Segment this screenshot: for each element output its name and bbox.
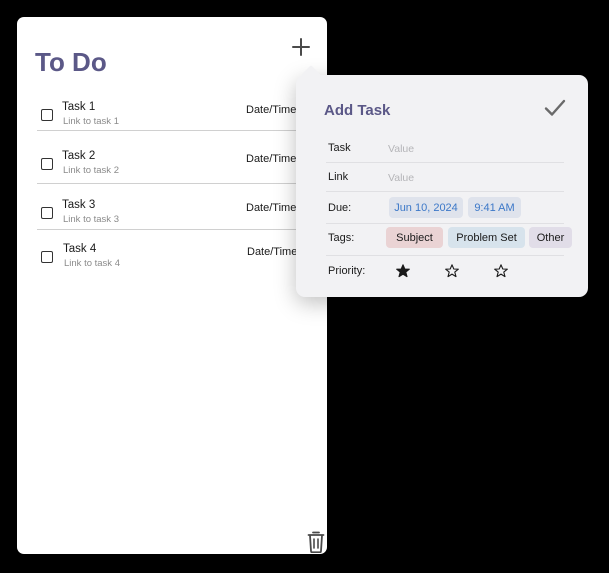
task-checkbox[interactable]: [41, 251, 53, 263]
task-row[interactable]: Task 3 Link to task 3 Date/Time: [37, 199, 327, 239]
task-link[interactable]: Link to task 4: [64, 258, 120, 269]
checkmark-icon[interactable]: [544, 98, 566, 118]
divider: [37, 229, 327, 230]
task-checkbox[interactable]: [41, 207, 53, 219]
task-name: Task 3: [62, 199, 96, 211]
page-title: To Do: [35, 47, 107, 77]
task-datetime: Date/Time: [246, 202, 297, 214]
due-time-chip[interactable]: 9:41 AM: [468, 197, 521, 218]
task-name: Task 2: [62, 150, 96, 162]
task-checkbox[interactable]: [41, 109, 53, 121]
trash-icon[interactable]: [307, 531, 325, 553]
star-icon[interactable]: [445, 264, 459, 278]
link-input[interactable]: [388, 169, 558, 187]
star-icon[interactable]: [396, 264, 410, 278]
divider: [326, 162, 564, 163]
divider: [326, 255, 564, 256]
task-row[interactable]: Task 2 Link to task 2 Date/Time: [37, 150, 327, 190]
divider: [37, 183, 327, 184]
star-icon[interactable]: [494, 264, 508, 278]
task-link[interactable]: Link to task 1: [63, 116, 119, 127]
tag-problem-set[interactable]: Problem Set: [448, 227, 525, 248]
plus-icon[interactable]: [291, 37, 311, 57]
tag-subject[interactable]: Subject: [386, 227, 443, 248]
popover-title: Add Task: [324, 102, 391, 119]
task-input[interactable]: [388, 140, 558, 158]
due-label: Due:: [328, 202, 352, 214]
todo-panel: To Do Task 1 Link to task 1 Date/Time Ta…: [17, 17, 327, 554]
task-datetime: Date/Time: [246, 153, 297, 165]
task-datetime: Date/Time: [246, 104, 297, 116]
task-datetime: Date/Time: [247, 246, 298, 258]
task-row[interactable]: Task 1 Link to task 1 Date/Time: [37, 101, 327, 141]
task-name: Task 4: [63, 243, 97, 255]
task-field-label: Task: [328, 142, 351, 154]
tag-other[interactable]: Other: [529, 227, 572, 248]
priority-label: Priority:: [328, 265, 366, 277]
task-row[interactable]: Task 4 Link to task 4 Date/Time: [37, 243, 327, 283]
task-checkbox[interactable]: [41, 158, 53, 170]
due-date-chip[interactable]: Jun 10, 2024: [389, 197, 463, 218]
link-field-label: Link: [328, 171, 349, 183]
task-link[interactable]: Link to task 3: [63, 214, 119, 225]
divider: [326, 223, 564, 224]
task-name: Task 1: [62, 101, 96, 113]
screen: To Do Task 1 Link to task 1 Date/Time Ta…: [0, 0, 609, 573]
tags-label: Tags:: [328, 232, 355, 244]
add-task-popover: Add Task Task Link Due: Jun 10, 2024 9:4…: [296, 65, 588, 297]
divider: [37, 130, 327, 131]
divider: [326, 191, 564, 192]
task-link[interactable]: Link to task 2: [63, 165, 119, 176]
